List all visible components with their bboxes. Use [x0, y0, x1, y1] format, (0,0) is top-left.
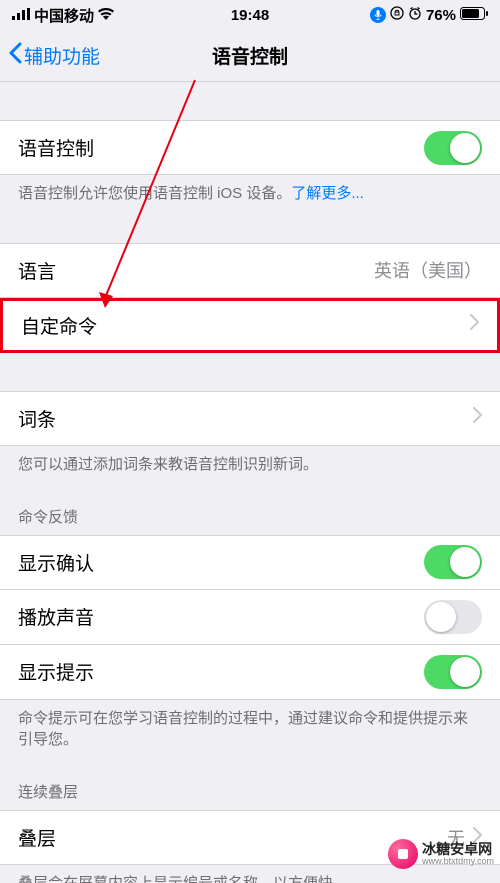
chevron-left-icon — [8, 42, 22, 70]
custom-commands-label: 自定命令 — [21, 312, 97, 339]
group-language: 语言 英语（美国） 自定命令 — [0, 243, 500, 353]
battery-percent: 76% — [426, 7, 456, 24]
row-language[interactable]: 语言 英语（美国） — [0, 243, 500, 298]
battery-icon — [460, 7, 488, 24]
voice-control-label: 语音控制 — [18, 134, 94, 161]
watermark-logo-icon — [388, 839, 418, 869]
vocabulary-label: 词条 — [18, 405, 56, 432]
row-show-hints[interactable]: 显示提示 — [0, 645, 500, 700]
group-voice-control: 语音控制 语音控制允许您使用语音控制 iOS 设备。了解更多... — [0, 120, 500, 205]
signal-icon — [12, 7, 30, 24]
row-voice-control[interactable]: 语音控制 — [0, 120, 500, 175]
feedback-footer: 命令提示可在您学习语音控制的过程中，通过建议命令和提供提示来引导您。 — [0, 700, 500, 752]
feedback-header: 命令反馈 — [0, 506, 500, 535]
show-hints-toggle[interactable] — [424, 655, 482, 689]
watermark-name: 冰糖安卓网 — [422, 842, 494, 856]
wifi-icon — [98, 7, 114, 24]
play-sound-toggle[interactable] — [424, 600, 482, 634]
show-confirmation-toggle[interactable] — [424, 545, 482, 579]
chevron-right-icon — [470, 314, 479, 336]
show-confirmation-label: 显示确认 — [18, 549, 94, 576]
mic-icon — [370, 7, 386, 23]
chevron-right-icon — [473, 407, 482, 429]
nav-title: 语音控制 — [212, 42, 288, 69]
screen: 中国移动 19:48 76% 辅 — [0, 0, 500, 883]
group-vocabulary: 词条 您可以通过添加词条来教语音控制识别新词。 — [0, 391, 500, 476]
status-bar: 中国移动 19:48 76% — [0, 0, 500, 30]
learn-more-link[interactable]: 了解更多... — [291, 185, 364, 202]
watermark: 冰糖安卓网 www.btxtdmy.com — [388, 839, 494, 869]
overlay-header: 连续叠层 — [0, 781, 500, 810]
back-button[interactable]: 辅助功能 — [8, 42, 100, 70]
row-custom-commands[interactable]: 自定命令 — [0, 298, 500, 353]
voice-control-toggle[interactable] — [424, 131, 482, 165]
overlay-label: 叠层 — [18, 824, 56, 851]
status-time: 19:48 — [231, 7, 269, 24]
row-vocabulary[interactable]: 词条 — [0, 391, 500, 446]
row-play-sound[interactable]: 播放声音 — [0, 590, 500, 645]
status-left: 中国移动 — [12, 5, 114, 26]
carrier-label: 中国移动 — [34, 5, 94, 26]
row-show-confirmation[interactable]: 显示确认 — [0, 535, 500, 590]
voice-control-footer: 语音控制允许您使用语音控制 iOS 设备。了解更多... — [0, 175, 500, 205]
back-label: 辅助功能 — [24, 42, 100, 69]
show-hints-label: 显示提示 — [18, 658, 94, 685]
nav-bar: 辅助功能 语音控制 — [0, 30, 500, 82]
orientation-lock-icon — [390, 6, 404, 24]
status-right: 76% — [370, 6, 488, 24]
vocabulary-footer: 您可以通过添加词条来教语音控制识别新词。 — [0, 446, 500, 476]
language-label: 语言 — [18, 257, 56, 284]
alarm-icon — [408, 6, 422, 24]
watermark-url: www.btxtdmy.com — [422, 856, 494, 866]
play-sound-label: 播放声音 — [18, 603, 94, 630]
language-value: 英语（美国） — [374, 257, 482, 283]
group-feedback: 命令反馈 显示确认 播放声音 显示提示 命令提示可在您学习语音控制的过程中，通过… — [0, 506, 500, 752]
